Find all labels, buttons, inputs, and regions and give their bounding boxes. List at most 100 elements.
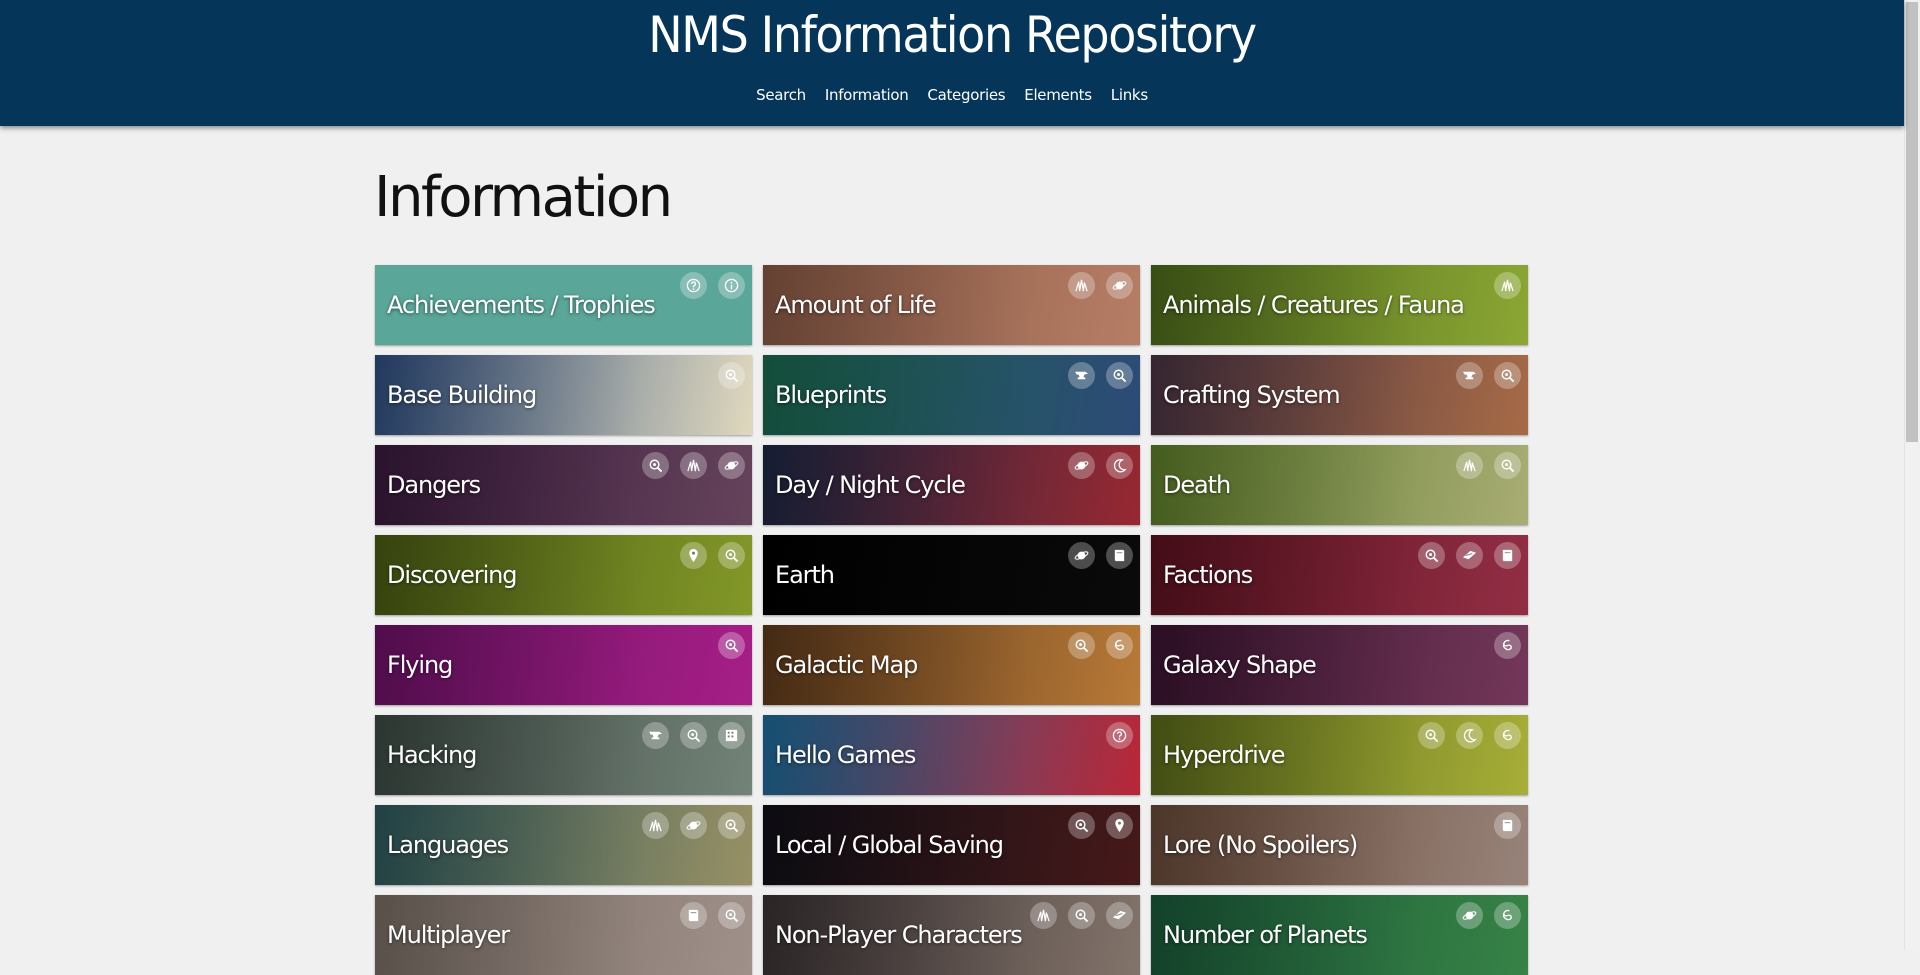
- planet-icon[interactable]: [1068, 542, 1095, 569]
- info-tile[interactable]: Hello Games: [763, 715, 1140, 795]
- nav-search[interactable]: Search: [756, 86, 806, 104]
- anvil-icon[interactable]: [642, 722, 669, 749]
- location-icon[interactable]: [1106, 812, 1133, 839]
- info-tile[interactable]: Local / Global Saving: [763, 805, 1140, 885]
- scan-icon[interactable]: [1106, 362, 1133, 389]
- scan-icon[interactable]: [680, 722, 707, 749]
- tile-label: Earth: [775, 561, 835, 589]
- book-icon[interactable]: [1106, 542, 1133, 569]
- question-icon[interactable]: [680, 272, 707, 299]
- tile-label: Factions: [1163, 561, 1253, 589]
- info-tile[interactable]: Multiplayer: [375, 895, 752, 975]
- scan-icon[interactable]: [718, 362, 745, 389]
- scan-icon[interactable]: [718, 812, 745, 839]
- info-tile[interactable]: Hyperdrive: [1151, 715, 1528, 795]
- tile-category-icons: [1106, 722, 1133, 749]
- tile-category-icons: [718, 632, 745, 659]
- info-tile[interactable]: Galactic Map: [763, 625, 1140, 705]
- galaxy-icon[interactable]: [1494, 902, 1521, 929]
- tile-category-icons: [642, 812, 745, 839]
- info-tile[interactable]: Languages: [375, 805, 752, 885]
- info-tile[interactable]: Non-Player Characters: [763, 895, 1140, 975]
- scan-icon[interactable]: [642, 452, 669, 479]
- galaxy-icon[interactable]: [1494, 632, 1521, 659]
- info-tile[interactable]: Discovering: [375, 535, 752, 615]
- scan-icon[interactable]: [718, 542, 745, 569]
- info-icon[interactable]: [718, 272, 745, 299]
- tile-label: Flying: [387, 651, 453, 679]
- tile-label: Multiplayer: [387, 921, 510, 949]
- moon-icon[interactable]: [1456, 722, 1483, 749]
- nav-information[interactable]: Information: [825, 86, 909, 104]
- grass-icon[interactable]: [642, 812, 669, 839]
- grass-icon[interactable]: [1494, 272, 1521, 299]
- tile-category-icons: [1494, 272, 1521, 299]
- info-tile[interactable]: Crafting System: [1151, 355, 1528, 435]
- info-tile[interactable]: Dangers: [375, 445, 752, 525]
- scan-icon[interactable]: [718, 902, 745, 929]
- scan-icon[interactable]: [1494, 362, 1521, 389]
- information-grid: Achievements / Trophies Amount of Life Ani…: [375, 265, 1528, 975]
- info-tile[interactable]: Hacking: [375, 715, 752, 795]
- info-tile[interactable]: Achievements / Trophies: [375, 265, 752, 345]
- info-tile[interactable]: Number of Planets: [1151, 895, 1528, 975]
- anvil-icon[interactable]: [1068, 362, 1095, 389]
- nav-links[interactable]: Links: [1111, 86, 1148, 104]
- tile-category-icons: [1068, 632, 1133, 659]
- info-tile[interactable]: Blueprints: [763, 355, 1140, 435]
- galaxy-icon[interactable]: [1106, 632, 1133, 659]
- book-icon[interactable]: [1494, 542, 1521, 569]
- book-icon[interactable]: [1494, 812, 1521, 839]
- tile-category-icons: [1456, 362, 1521, 389]
- galaxy-icon[interactable]: [1494, 722, 1521, 749]
- planet-icon[interactable]: [1068, 452, 1095, 479]
- scan-icon[interactable]: [1068, 812, 1095, 839]
- ship-icon[interactable]: [1106, 902, 1133, 929]
- grass-icon[interactable]: [1068, 272, 1095, 299]
- grass-icon[interactable]: [1456, 452, 1483, 479]
- planet-icon[interactable]: [1456, 902, 1483, 929]
- anvil-icon[interactable]: [1456, 362, 1483, 389]
- info-tile[interactable]: Base Building: [375, 355, 752, 435]
- tile-label: Achievements / Trophies: [387, 291, 656, 319]
- building-icon[interactable]: [718, 722, 745, 749]
- scrollbar-thumb[interactable]: [1906, 2, 1918, 442]
- page-title: Information: [374, 165, 673, 230]
- site-header: NMS Information Repository Search Inform…: [0, 0, 1904, 126]
- tile-category-icons: [680, 902, 745, 929]
- moon-icon[interactable]: [1106, 452, 1133, 479]
- nav-elements[interactable]: Elements: [1024, 86, 1092, 104]
- grass-icon[interactable]: [680, 452, 707, 479]
- location-icon[interactable]: [680, 542, 707, 569]
- info-tile[interactable]: Day / Night Cycle: [763, 445, 1140, 525]
- scan-icon[interactable]: [1068, 902, 1095, 929]
- tile-category-icons: [1494, 812, 1521, 839]
- question-icon[interactable]: [1106, 722, 1133, 749]
- scan-icon[interactable]: [1068, 632, 1095, 659]
- tile-category-icons: [718, 362, 745, 389]
- info-tile[interactable]: Amount of Life: [763, 265, 1140, 345]
- info-tile[interactable]: Galaxy Shape: [1151, 625, 1528, 705]
- tile-label: Non-Player Characters: [775, 921, 1023, 949]
- scan-icon[interactable]: [1418, 542, 1445, 569]
- site-title[interactable]: NMS Information Repository: [76, 2, 1828, 68]
- scan-icon[interactable]: [718, 632, 745, 659]
- tile-category-icons: [1494, 632, 1521, 659]
- info-tile[interactable]: Earth: [763, 535, 1140, 615]
- planet-icon[interactable]: [718, 452, 745, 479]
- tile-category-icons: [1068, 542, 1133, 569]
- book-icon[interactable]: [680, 902, 707, 929]
- grass-icon[interactable]: [1030, 902, 1057, 929]
- scan-icon[interactable]: [1418, 722, 1445, 749]
- nav-categories[interactable]: Categories: [927, 86, 1005, 104]
- tile-category-icons: [1030, 902, 1133, 929]
- scan-icon[interactable]: [1494, 452, 1521, 479]
- info-tile[interactable]: Flying: [375, 625, 752, 705]
- planet-icon[interactable]: [680, 812, 707, 839]
- ship-icon[interactable]: [1456, 542, 1483, 569]
- info-tile[interactable]: Lore (No Spoilers): [1151, 805, 1528, 885]
- planet-icon[interactable]: [1106, 272, 1133, 299]
- info-tile[interactable]: Death: [1151, 445, 1528, 525]
- info-tile[interactable]: Factions: [1151, 535, 1528, 615]
- info-tile[interactable]: Animals / Creatures / Fauna: [1151, 265, 1528, 345]
